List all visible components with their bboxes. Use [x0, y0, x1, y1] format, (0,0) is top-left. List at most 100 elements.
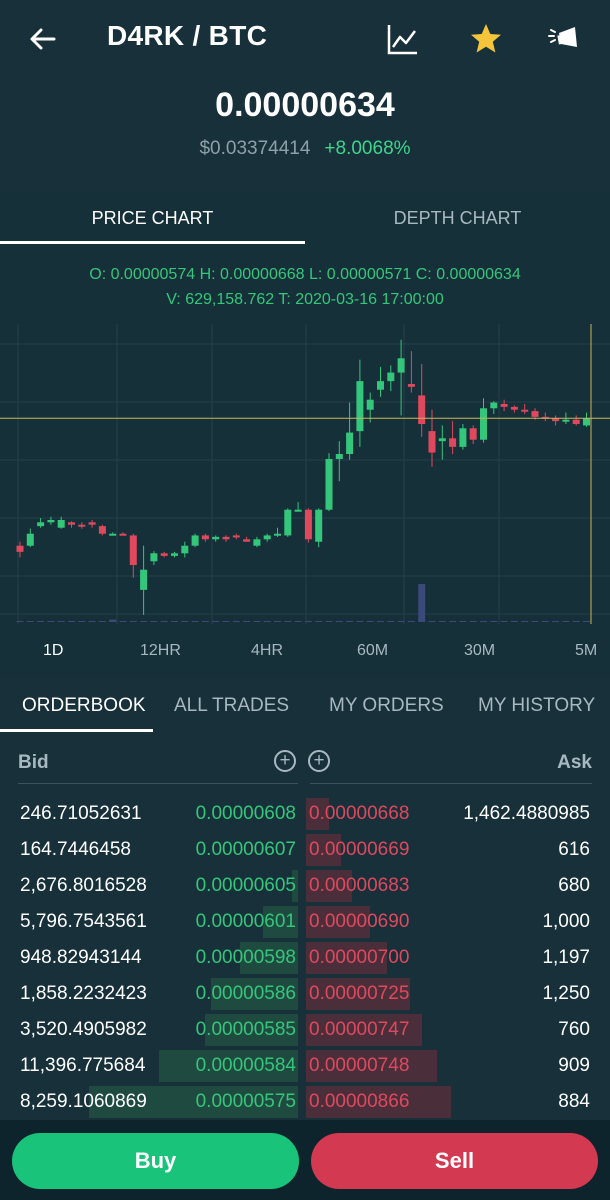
- volume-bar: [253, 621, 261, 622]
- volume-bar: [68, 621, 75, 622]
- volume-bar: [407, 621, 415, 622]
- tab-price-chart[interactable]: PRICE CHART: [0, 192, 305, 244]
- ask-quantity: 884: [558, 1091, 590, 1112]
- timeframe-30m[interactable]: 30M: [464, 642, 495, 660]
- volume-bar: [428, 621, 436, 622]
- volume-time-readout: V: 629,158.762 T: 2020-03-16 17:00:00: [166, 291, 444, 308]
- bid-price: 0.00000584: [195, 1055, 296, 1076]
- candle-body: [47, 520, 55, 523]
- candle-body: [57, 520, 65, 528]
- orderbook-row[interactable]: 2,676.8016528 0.00000605 0.00000683 680: [0, 868, 610, 902]
- candle-body: [335, 454, 343, 459]
- divider: [18, 783, 298, 784]
- volume-bar: [78, 621, 86, 622]
- volume-bar: [88, 621, 96, 622]
- bid-price: 0.00000608: [195, 803, 296, 824]
- tab-depth-chart[interactable]: DEPTH CHART: [305, 192, 610, 244]
- buy-button[interactable]: Buy: [12, 1133, 299, 1189]
- volume-bar: [222, 621, 230, 622]
- candle-body: [263, 535, 271, 540]
- timeframe-5m[interactable]: 5M: [575, 642, 597, 660]
- volume-bar: [346, 621, 354, 622]
- volume-bar: [212, 621, 220, 622]
- ask-quantity: 909: [558, 1055, 590, 1076]
- volume-bar: [583, 621, 590, 622]
- volume-bar: [397, 621, 405, 622]
- chart-card: PRICE CHART DEPTH CHART O: 0.00000574 H:…: [0, 192, 610, 678]
- candle-body: [531, 411, 539, 417]
- orderbook-header: Bid + + Ask: [0, 740, 610, 784]
- price-subline: $0.03374414 +8.0068%: [0, 138, 610, 160]
- bid-quantity: 164.7446458: [20, 839, 131, 860]
- bid-quantity: 948.82943144: [20, 947, 142, 968]
- candle-body: [583, 418, 590, 426]
- candle-body: [98, 526, 106, 534]
- candle-body: [78, 524, 86, 527]
- bid-quantity: 246.71052631: [20, 803, 142, 824]
- orderbook-row[interactable]: 5,796.7543561 0.00000601 0.00000690 1,000: [0, 904, 610, 938]
- divider: [310, 783, 592, 784]
- volume-bar: [521, 621, 529, 622]
- volume-bar: [98, 621, 106, 622]
- orderbook-row[interactable]: 246.71052631 0.00000608 0.00000668 1,462.48…: [0, 796, 610, 830]
- orderbook-row[interactable]: 1,858.2232423 0.00000586 0.00000725 1,250: [0, 976, 610, 1010]
- timeframe-1d[interactable]: 1D: [43, 642, 63, 660]
- orderbook-row[interactable]: 948.82943144 0.00000598 0.00000700 1,197: [0, 940, 610, 974]
- volume-bar: [37, 621, 45, 622]
- candle-body: [119, 533, 127, 536]
- timeframe-60m[interactable]: 60M: [357, 642, 388, 660]
- tab-orderbook[interactable]: ORDERBOOK: [22, 680, 146, 732]
- back-arrow-icon[interactable]: [26, 22, 60, 56]
- volume-bar: [191, 621, 199, 622]
- candle-body: [366, 399, 374, 410]
- add-bid-icon[interactable]: +: [274, 750, 296, 772]
- tab-all-trades[interactable]: ALL TRADES: [174, 680, 289, 732]
- volume-bar: [356, 621, 364, 622]
- timeframe-12hr[interactable]: 12HR: [140, 642, 181, 660]
- candlestick-chart[interactable]: [0, 324, 610, 624]
- tab-my-orders[interactable]: MY ORDERS: [329, 680, 444, 732]
- candle-body: [387, 372, 395, 382]
- add-ask-icon[interactable]: +: [308, 750, 330, 772]
- ask-price: 0.00000669: [309, 839, 410, 860]
- bid-price: 0.00000586: [195, 983, 296, 1004]
- candle-body: [253, 539, 261, 546]
- usd-price: $0.03374414: [199, 138, 311, 159]
- volume-bar: [284, 621, 292, 622]
- last-price: 0.00000634: [215, 86, 395, 124]
- volume-bar: [449, 621, 457, 622]
- orderbook-row[interactable]: 8,259.1060869 0.00000575 0.00000866 884: [0, 1084, 610, 1118]
- ask-price: 0.00000683: [309, 875, 410, 896]
- ask-quantity: 1,197: [542, 947, 590, 968]
- timeframe-4hr[interactable]: 4HR: [251, 642, 283, 660]
- ask-price: 0.00000700: [309, 947, 410, 968]
- sell-button[interactable]: Sell: [311, 1133, 598, 1189]
- orderbook-row[interactable]: 164.7446458 0.00000607 0.00000669 616: [0, 832, 610, 866]
- tab-my-history[interactable]: MY HISTORY: [478, 680, 595, 732]
- candle-body: [37, 522, 45, 527]
- volume-bar: [150, 621, 158, 622]
- volume-bar: [232, 621, 240, 622]
- bid-quantity: 11,396.775684: [20, 1055, 146, 1076]
- ask-price: 0.00000747: [309, 1019, 410, 1040]
- bid-price: 0.00000607: [195, 839, 296, 860]
- candle-body: [510, 406, 518, 410]
- ask-quantity: 1,000: [542, 911, 590, 932]
- star-icon[interactable]: [467, 20, 505, 58]
- orderbook-row[interactable]: 11,396.775684 0.00000584 0.00000748 909: [0, 1048, 610, 1082]
- candle-body: [294, 509, 302, 512]
- megaphone-icon[interactable]: [545, 20, 583, 58]
- volume-bar: [109, 619, 117, 622]
- volume-bar: [387, 621, 395, 622]
- volume-bar: [418, 584, 426, 622]
- price-change: +8.0068%: [324, 138, 411, 159]
- candle-body: [428, 431, 436, 453]
- line-chart-icon[interactable]: [384, 20, 422, 58]
- orderbook-row[interactable]: 3,520.4905982 0.00000585 0.00000747 760: [0, 1012, 610, 1046]
- volume-bar: [480, 621, 487, 622]
- candle-body: [315, 509, 323, 542]
- candle-body: [449, 438, 457, 447]
- bid-quantity: 1,858.2232423: [20, 983, 147, 1004]
- ask-price: 0.00000748: [309, 1055, 410, 1076]
- bid-price: 0.00000598: [195, 947, 296, 968]
